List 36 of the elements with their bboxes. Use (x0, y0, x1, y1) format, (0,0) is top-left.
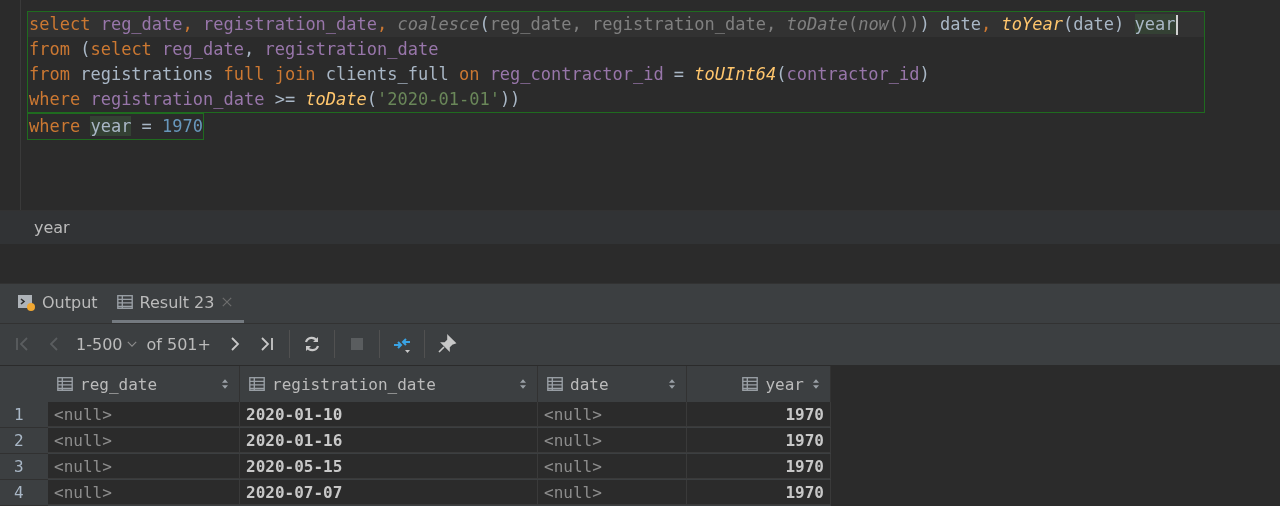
table-icon (115, 293, 134, 311)
table-cell: <null> (48, 402, 240, 427)
table-cell: <null> (48, 454, 240, 479)
sort-icon (517, 377, 529, 391)
sort-icon (666, 377, 678, 391)
table-cell: 2020-01-16 (240, 428, 538, 453)
table-cell: <null> (48, 428, 240, 453)
pin-icon (436, 334, 457, 355)
table-cell: 1970 (687, 454, 831, 479)
table-cell: 1970 (687, 428, 831, 453)
code-line: where registration_date >= toDate('2020-01-01')) (28, 88, 522, 111)
sort-icon (810, 377, 822, 391)
table-cell: <null> (538, 402, 687, 427)
table-cell: 1970 (687, 402, 831, 427)
table-cell: <null> (48, 480, 240, 505)
column-icon (546, 375, 564, 393)
table-cell: <null> (538, 428, 687, 453)
column-icon (741, 375, 760, 393)
table-cell: 2020-07-07 (240, 480, 538, 505)
panel-tab[interactable]: Output (12, 284, 108, 323)
table-cell: 2020-01-10 (240, 402, 538, 427)
code-line: from (select reg_date, registration_date (28, 38, 440, 61)
table-cell: 1970 (687, 480, 831, 505)
code-line: where year = 1970 (28, 115, 204, 138)
sort-icon (219, 377, 231, 391)
table-cell: 2020-05-15 (240, 454, 538, 479)
total-rows: of 501+ (146, 334, 211, 354)
page-range-dropdown[interactable]: 1-500 (72, 334, 143, 354)
table-cell: <null> (538, 454, 687, 479)
column-icon (56, 375, 74, 393)
column-icon (248, 375, 266, 393)
code-line: from registrations full join clients_full on reg_contractor_id = toUInt64(contractor_id) (28, 63, 931, 86)
table-cell: <null> (538, 480, 687, 505)
console-icon (16, 292, 36, 312)
sql-editor[interactable] (0, 0, 1280, 211)
breadcrumb[interactable]: year (34, 217, 70, 237)
